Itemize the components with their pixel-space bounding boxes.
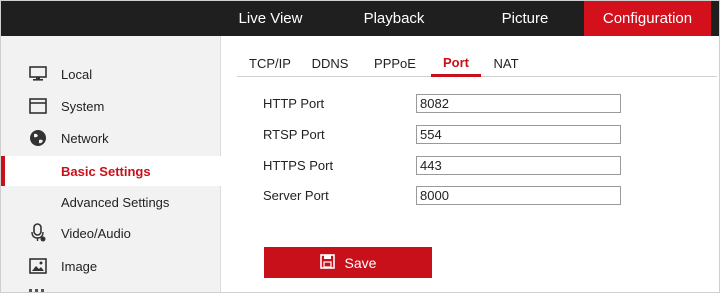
sidebar-item-label: Video/Audio [61, 225, 131, 241]
floppy-disk-icon [319, 253, 335, 272]
sidebar-item-label: System [61, 98, 105, 114]
system-window-icon [27, 96, 49, 116]
sidebar-item-network[interactable]: Network [1, 123, 221, 153]
sidebar-item-local[interactable]: Local [1, 59, 221, 89]
tab-port[interactable]: Port [431, 49, 481, 77]
http-port-label: HTTP Port [263, 96, 325, 111]
tab-tcp-ip[interactable]: TCP/IP [237, 49, 301, 76]
sidebar-item-basic-settings[interactable]: Basic Settings [1, 156, 221, 186]
server-port-label: Server Port [263, 188, 329, 203]
more-items-indicator [29, 289, 47, 292]
sidebar-item-system[interactable]: System [1, 91, 221, 121]
picture-icon [27, 256, 49, 276]
rtsp-port-label: RTSP Port [263, 127, 325, 142]
https-port-row: HTTPS Port [263, 156, 623, 176]
nav-configuration[interactable]: Configuration [584, 1, 711, 36]
sidebar-item-label: Advanced Settings [61, 194, 170, 210]
network-tabs: TCP/IP DDNS PPPoE Port NAT [237, 49, 717, 77]
top-nav-spacer [1, 1, 223, 36]
sidebar-item-label: Local [61, 66, 93, 82]
globe-icon [27, 128, 49, 148]
nav-playback[interactable]: Playback [318, 1, 470, 36]
top-navigation: Live View Playback Picture Configuration [1, 1, 719, 36]
server-port-input[interactable] [416, 186, 621, 205]
sidebar-item-advanced-settings[interactable]: Advanced Settings [1, 187, 221, 217]
monitor-icon [27, 64, 49, 84]
sidebar-item-image[interactable]: Image [1, 251, 221, 281]
sidebar-item-video-audio[interactable]: Video/Audio [1, 218, 221, 248]
nav-picture[interactable]: Picture [470, 1, 580, 36]
sidebar-item-label: Network [61, 130, 109, 146]
rtsp-port-input[interactable] [416, 125, 621, 144]
tab-pppoe[interactable]: PPPoE [359, 49, 431, 76]
rtsp-port-row: RTSP Port [263, 125, 623, 145]
mic-icon [27, 223, 49, 243]
https-port-label: HTTPS Port [263, 158, 334, 173]
save-button[interactable]: Save [264, 247, 432, 278]
save-button-label: Save [344, 254, 377, 271]
tab-ddns[interactable]: DDNS [301, 49, 359, 76]
sidebar-item-label: Image [61, 258, 98, 274]
sidebar: Local System Network Basic Settings Adva… [1, 36, 221, 292]
app-frame: Live View Playback Picture Configuration… [0, 0, 720, 293]
sidebar-item-label: Basic Settings [61, 163, 151, 179]
https-port-input[interactable] [416, 156, 621, 175]
http-port-row: HTTP Port [263, 94, 623, 114]
http-port-input[interactable] [416, 94, 621, 113]
nav-live-view[interactable]: Live View [223, 1, 318, 36]
server-port-row: Server Port [263, 186, 623, 206]
tab-nat[interactable]: NAT [481, 49, 531, 76]
